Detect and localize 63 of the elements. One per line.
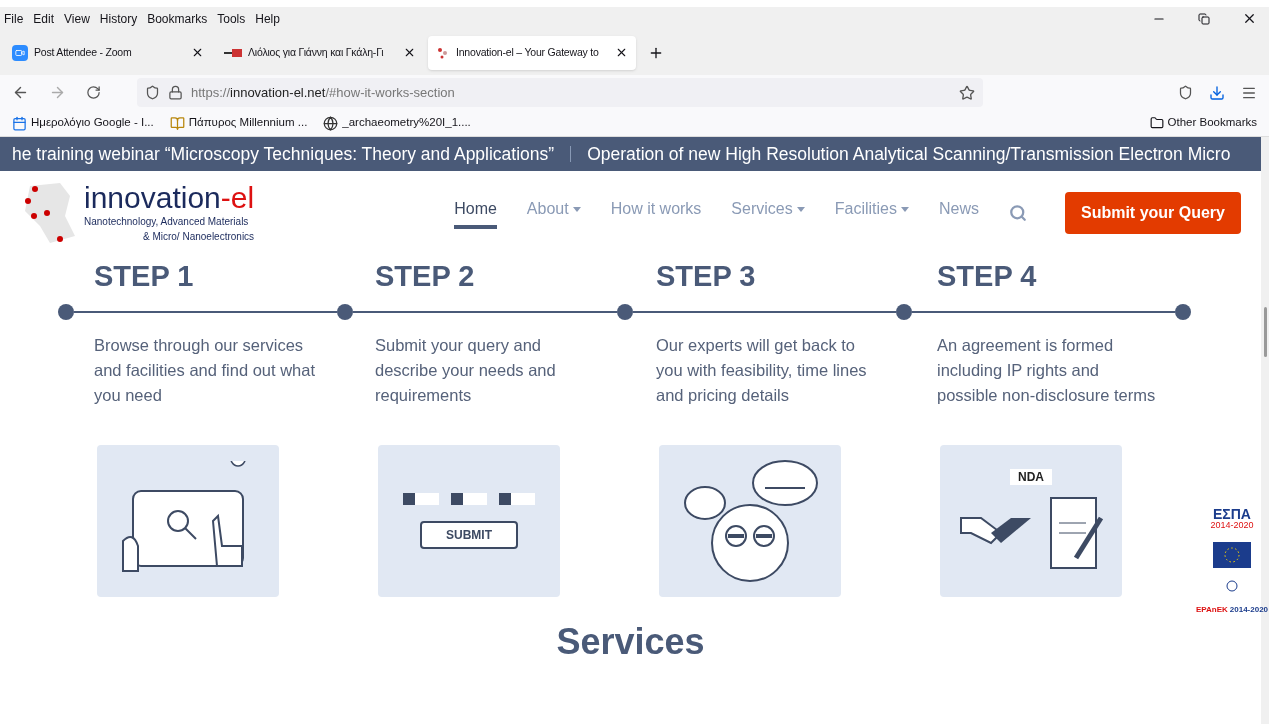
menu-item[interactable]: Edit — [33, 9, 55, 28]
calendar-icon — [12, 115, 27, 131]
camera-icon — [12, 44, 28, 61]
close-icon[interactable] — [1242, 11, 1257, 26]
lock-icon — [168, 85, 183, 100]
flag-icon — [224, 48, 242, 57]
close-icon[interactable] — [615, 46, 628, 59]
section-heading: Services — [556, 619, 705, 664]
logo-tagline: Nanotechnology, Advanced Materials — [84, 215, 249, 229]
folder-icon — [1149, 116, 1164, 130]
book-icon — [169, 115, 185, 131]
epanek-logo: EPAnEK 2014-2020 — [1195, 604, 1269, 616]
close-icon[interactable] — [191, 46, 204, 59]
nav-link[interactable]: Home — [454, 197, 497, 229]
step-title: STEP 2 — [375, 260, 475, 292]
step-title: STEP 4 — [937, 260, 1037, 292]
checked-field-drawing — [499, 492, 535, 505]
browser-tab[interactable]: Innovation-el – Your Gateway to — [428, 35, 636, 70]
tab-title: Post Attendee - Zoom — [34, 44, 133, 60]
browser-tab[interactable]: Λιόλιος για Γιάννη και Γκάλη-Γι — [216, 35, 424, 70]
site-logo[interactable]: innovation-el Nanotechnology, Advanced Materials & Micro/ Nanoelectronics — [20, 180, 255, 246]
step-description: Our experts will get back to you with feasibility, time lines and pricing details — [656, 334, 868, 406]
bookmark-item[interactable]: _archaeometry%20I_1.... — [323, 114, 471, 132]
submit-label: SUBMIT — [420, 520, 518, 549]
back-icon[interactable] — [12, 84, 29, 101]
globe-icon — [323, 115, 339, 131]
step-description: Submit your query and describe your needs and requirements — [375, 334, 557, 406]
step-description: An agreement is formed including IP rights and possible non-disclosure terms — [937, 334, 1157, 406]
bookmark-item[interactable]: Πάπυρος Millennium ... — [169, 114, 308, 132]
menu-item[interactable]: Bookmarks — [147, 9, 208, 28]
menu-item[interactable]: History — [99, 9, 138, 28]
step-title: STEP 3 — [656, 260, 756, 292]
tab-title: Innovation-el – Your Gateway to — [456, 44, 600, 60]
download-icon[interactable] — [1209, 84, 1225, 101]
bookmark-star-icon[interactable] — [959, 84, 975, 101]
eu-flag-icon — [1213, 542, 1251, 568]
reload-icon[interactable] — [86, 85, 101, 100]
step-description: Browse through our services and facilities and find out what you need — [94, 334, 316, 406]
tab-title: Λιόλιος για Γιάννη και Γκάλη-Γι — [248, 44, 385, 60]
search-icon[interactable] — [1008, 204, 1027, 222]
bookmark-item[interactable]: Ημερολόγιο Google - I... — [12, 114, 154, 132]
ticker-text[interactable]: Operation of new High Resolution Analytical Scanning/Transmission Electron Micro — [587, 140, 1231, 168]
submit-query-button[interactable]: Submit your Query — [1064, 192, 1241, 234]
emblem-icon — [1226, 580, 1238, 592]
menu-item[interactable]: Tools — [217, 9, 246, 28]
espa-logo: ΕΣΠΑ 2014-2020 — [1210, 507, 1254, 530]
menu-item[interactable]: File — [4, 9, 24, 28]
browser-tab[interactable]: Post Attendee - Zoom — [4, 35, 212, 70]
map-dots-icon — [436, 45, 450, 60]
checked-field-drawing — [403, 492, 439, 505]
menu-item[interactable]: Help — [255, 9, 280, 28]
ticker-text[interactable]: he training webinar “Microscopy Techniques: Theory and Applications” — [12, 140, 555, 168]
logo-tagline: & Micro/ Nanoelectronics — [142, 230, 255, 244]
other-bookmarks[interactable]: Other Bookmarks — [1149, 114, 1257, 132]
close-icon[interactable] — [403, 46, 416, 59]
menu-item[interactable]: View — [64, 9, 90, 28]
checked-field-drawing — [451, 492, 487, 505]
shield-icon — [145, 85, 160, 100]
address-bar[interactable]: https://innovation-el.net/#how-it-works-section — [137, 78, 983, 107]
nda-label: NDA — [1010, 468, 1052, 485]
step-title: STEP 1 — [94, 260, 194, 292]
logo-wordmark: innovation-el — [84, 182, 255, 214]
restore-icon[interactable] — [1198, 12, 1210, 25]
